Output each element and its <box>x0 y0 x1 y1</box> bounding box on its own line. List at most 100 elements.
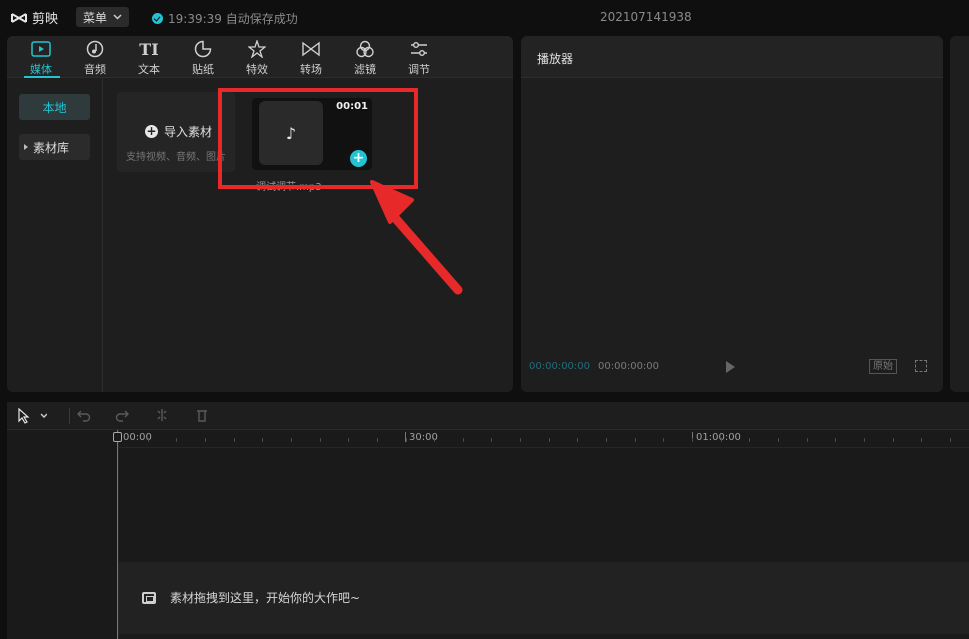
play-icon[interactable] <box>726 361 735 373</box>
player-timecode: 00:00:00:00 00:00:00:00 <box>529 361 659 372</box>
tab-transition[interactable]: 转场 <box>287 39 335 77</box>
ruler-minor-tick <box>262 438 263 442</box>
redo-button[interactable] <box>115 408 129 424</box>
transition-icon <box>301 39 321 59</box>
menu-button[interactable]: 菜单 <box>76 7 129 27</box>
ruler-minor-tick <box>406 438 407 442</box>
ruler-minor-tick <box>205 438 206 442</box>
annotation-arrow-icon <box>370 180 463 295</box>
tab-effects[interactable]: 特效 <box>233 39 281 77</box>
playhead[interactable] <box>117 430 118 639</box>
media-icon <box>31 39 51 59</box>
delete-button[interactable] <box>195 408 209 424</box>
ruler-minor-tick <box>377 438 378 442</box>
timeline-toolbar <box>7 402 969 430</box>
tab-media[interactable]: 媒体 <box>17 39 65 77</box>
title-bar: 剪映 菜单 19:39:39 自动保存成功 202107141938 <box>0 0 969 34</box>
ruler-minor-tick <box>807 438 808 442</box>
filter-icon <box>355 39 375 59</box>
ruler-minor-tick <box>692 438 693 442</box>
split-button[interactable] <box>155 408 169 424</box>
tab-transition-label: 转场 <box>300 63 322 76</box>
ruler-minor-tick <box>835 438 836 442</box>
toolbar-divider <box>69 408 70 424</box>
tab-text-label: 文本 <box>138 63 160 76</box>
media-sidebar: 本地 素材库 <box>7 78 103 392</box>
ruler-minor-tick <box>176 438 177 442</box>
tab-effects-label: 特效 <box>246 63 268 76</box>
ruler-minor-tick <box>291 438 292 442</box>
player-title: 播放器 <box>537 52 574 66</box>
tab-filter-label: 滤镜 <box>354 63 376 76</box>
undo-button[interactable] <box>77 408 91 424</box>
trash-icon <box>197 410 207 422</box>
player-panel: 播放器 00:00:00:00 00:00:00:00 原始 <box>521 36 943 392</box>
sticker-icon <box>194 39 212 59</box>
capcut-logo-icon <box>11 12 27 23</box>
plus-icon: + <box>145 124 158 138</box>
app-name: 剪映 <box>32 12 59 27</box>
caret-right-icon <box>24 144 28 150</box>
import-label: 导入素材 <box>164 125 213 139</box>
properties-panel <box>950 36 969 392</box>
player-header: 播放器 <box>521 36 943 78</box>
track-empty-hint: 素材拖拽到这里，开始你的大作吧~ <box>142 589 360 606</box>
ruler-minor-tick <box>148 438 149 442</box>
ruler-minor-tick <box>921 438 922 442</box>
autosave-text: 19:39:39 自动保存成功 <box>168 12 298 26</box>
check-circle-icon <box>152 13 163 24</box>
track-empty-hint-text: 素材拖拽到这里，开始你的大作吧~ <box>170 591 361 605</box>
import-row: + 导入素材 <box>145 123 212 140</box>
tab-sticker[interactable]: 贴纸 <box>179 39 227 77</box>
tab-media-label: 媒体 <box>30 63 52 76</box>
timeline-panel: 00:00 30:00 01:00:00 素材拖拽到这里，开始你的大作吧~ <box>7 402 969 639</box>
autosave-status: 19:39:39 自动保存成功 <box>152 10 298 27</box>
ruler-minor-tick <box>950 438 951 442</box>
audio-icon <box>86 39 104 59</box>
track-header-column <box>7 430 119 639</box>
ruler-minor-tick <box>491 438 492 442</box>
ruler-minor-tick <box>234 438 235 442</box>
tab-sticker-label: 贴纸 <box>192 63 214 76</box>
timeline-ruler: 00:00 30:00 01:00:00 <box>119 430 969 448</box>
cursor-icon <box>18 407 48 424</box>
ruler-minor-tick <box>749 438 750 442</box>
project-title: 202107141938 <box>600 10 692 24</box>
ruler-minor-tick <box>721 438 722 442</box>
ruler-minor-tick <box>778 438 779 442</box>
undo-icon <box>77 410 91 422</box>
ruler-minor-tick <box>549 438 550 442</box>
film-icon <box>142 591 156 604</box>
menu-label: 菜单 <box>83 10 108 25</box>
aspect-ratio-button[interactable]: 原始 <box>869 359 897 374</box>
ruler-minor-tick <box>520 438 521 442</box>
ruler-minor-tick <box>864 438 865 442</box>
playhead-handle[interactable] <box>113 432 122 442</box>
adjust-icon <box>409 39 429 59</box>
total-time: 00:00:00:00 <box>598 361 660 372</box>
chevron-down-icon <box>113 14 122 20</box>
ruler-minor-tick <box>577 438 578 442</box>
ruler-minor-tick <box>635 438 636 442</box>
sidebar-item-library-label: 素材库 <box>33 140 70 155</box>
current-time: 00:00:00:00 <box>529 361 591 372</box>
split-icon <box>157 409 167 421</box>
ruler-label: 01:00:00 <box>696 432 741 443</box>
sidebar-item-local[interactable]: 本地 <box>19 94 90 120</box>
tab-text[interactable]: TI 文本 <box>125 39 173 77</box>
tab-audio-label: 音频 <box>84 63 106 76</box>
tab-adjust[interactable]: 调节 <box>395 39 443 77</box>
ruler-minor-tick <box>893 438 894 442</box>
effects-icon <box>248 39 266 59</box>
tab-adjust-label: 调节 <box>408 63 430 76</box>
ruler-minor-tick <box>434 438 435 442</box>
tab-audio[interactable]: 音频 <box>71 39 119 77</box>
text-icon: TI <box>139 39 159 59</box>
sidebar-item-library[interactable]: 素材库 <box>19 134 90 160</box>
asset-toolbar: 媒体 音频 TI 文本 贴纸 特效 转场 滤镜 调节 <box>7 36 513 78</box>
ruler-minor-tick <box>663 438 664 442</box>
fullscreen-icon[interactable] <box>915 360 927 372</box>
import-hint: 支持视频、音频、图片 <box>126 152 226 163</box>
tab-filter[interactable]: 滤镜 <box>341 39 389 77</box>
select-tool[interactable] <box>17 407 48 424</box>
